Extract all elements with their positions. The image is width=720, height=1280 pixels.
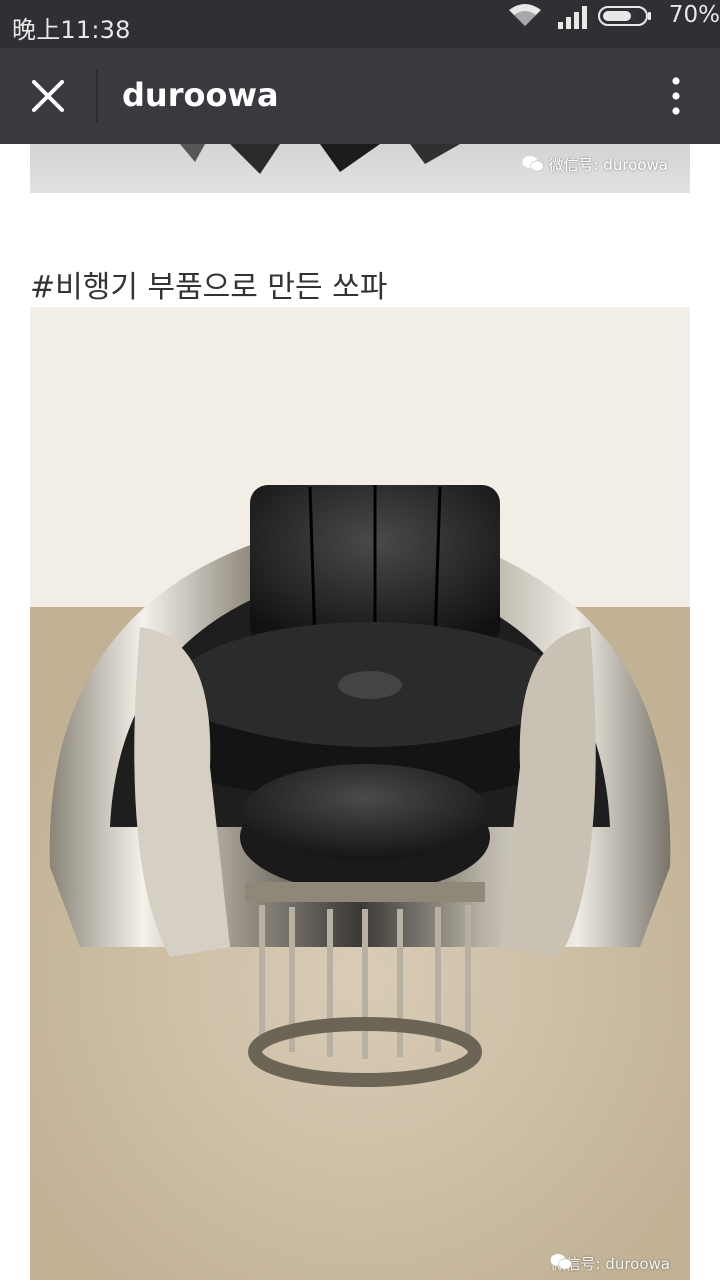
- section-heading: #비행기 부품으로 만든 쏘파: [30, 270, 388, 305]
- watermark-text: 微信号: duroowa: [548, 156, 668, 174]
- battery-percent: 70%: [668, 2, 720, 28]
- app-bar: duroowa: [0, 48, 720, 144]
- airplane-sofa-illustration: [30, 307, 690, 1280]
- app-bar-divider: [96, 70, 98, 122]
- watermark: 微信号: duroowa: [522, 154, 668, 175]
- page-title: duroowa: [122, 76, 279, 114]
- article-content[interactable]: 微信号: duroowa #비행기 부품으로 만든 쏘파 微信号: duroow…: [0, 144, 720, 1280]
- wifi-icon: [509, 4, 541, 26]
- battery-icon: [598, 6, 651, 26]
- wechat-icon: [550, 1254, 573, 1270]
- sofa-photo: 微信号: duroowa: [30, 307, 690, 1280]
- previous-article-image: 微信号: duroowa: [30, 144, 690, 193]
- more-vertical-icon[interactable]: [668, 76, 684, 116]
- cell-signal-icon: [558, 6, 587, 29]
- close-icon[interactable]: [26, 74, 70, 118]
- photo-watermark: 微信号: duroowa: [550, 1253, 670, 1274]
- status-time: 晚上11:38: [12, 16, 131, 44]
- status-bar: 晚上11:38 70%: [0, 0, 720, 48]
- wechat-icon: [522, 156, 545, 172]
